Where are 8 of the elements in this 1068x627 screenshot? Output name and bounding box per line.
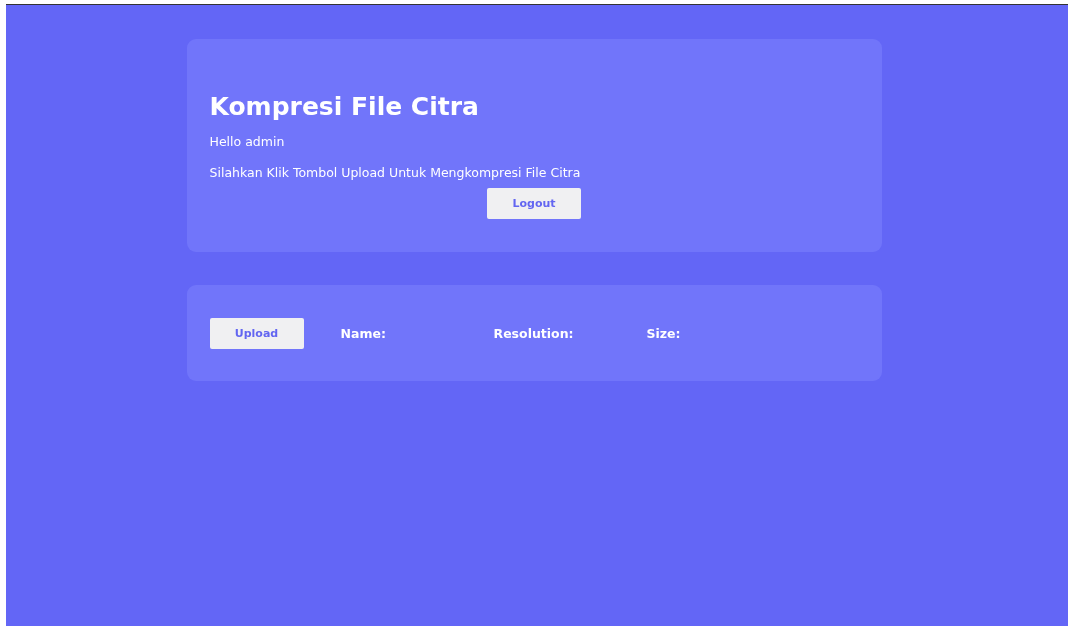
logout-button[interactable]: Logout: [487, 188, 581, 219]
greeting-text: Hello admin: [209, 133, 286, 151]
instruction-text: Silahkan Klik Tombol Upload Untuk Mengkompresi File Citra: [209, 164, 582, 182]
field-label: Size:: [646, 326, 682, 341]
upload-button[interactable]: Upload: [209, 318, 304, 349]
page-title: Kompresi File Citra: [209, 91, 480, 123]
field-label: Resolution:: [493, 326, 575, 341]
field-label: Name:: [340, 326, 387, 341]
